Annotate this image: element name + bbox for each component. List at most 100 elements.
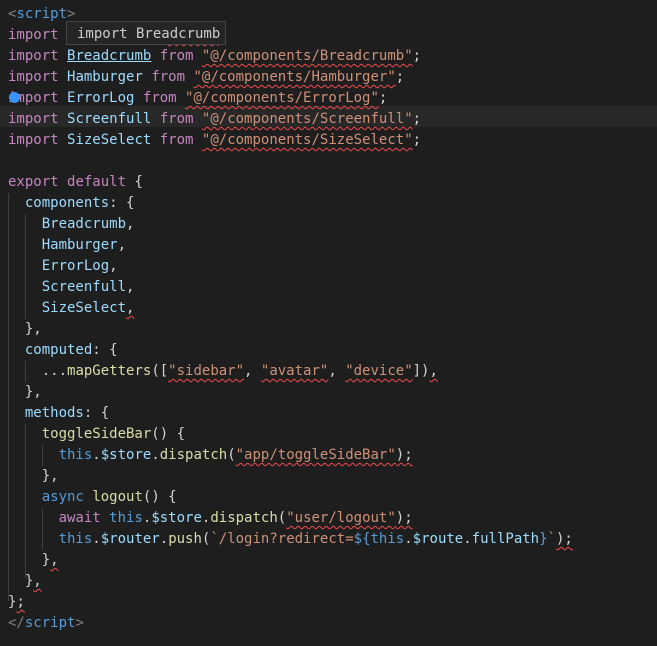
code-token: this (370, 531, 405, 547)
code-token: export (8, 174, 59, 190)
code-token: this (58, 531, 93, 547)
code-line[interactable]: components: { (8, 193, 135, 214)
code-line[interactable]: }, (8, 466, 59, 487)
code-line[interactable]: import ErrorLog from "@/components/Error… (8, 88, 387, 109)
code-token: ${ (353, 531, 371, 547)
code-token: default (67, 174, 127, 190)
code-line[interactable]: computed: { (8, 340, 118, 361)
code-line[interactable]: }, (8, 319, 42, 340)
code-line[interactable]: </script> (8, 613, 84, 634)
code-token: , (117, 237, 127, 253)
code-token: dispatch (210, 510, 278, 526)
code-line[interactable]: async logout() { (8, 487, 177, 508)
code-token: Hamburger (67, 69, 143, 85)
code-token: "app/toggleSideBar" (235, 447, 396, 463)
code-token: from (159, 48, 194, 64)
code-line[interactable]: }, (8, 571, 42, 592)
code-token: "@/components/Screenfull" (201, 111, 413, 127)
code-token: "avatar" (260, 363, 329, 379)
code-line[interactable]: import Hamburger from "@/components/Hamb… (8, 67, 404, 88)
code-token: }, (8, 384, 42, 400)
code-token: () { (151, 426, 186, 442)
code-line[interactable]: methods: { (8, 403, 109, 424)
code-line[interactable]: ...mapGetters(["sidebar", "avatar", "dev… (8, 361, 438, 382)
code-line[interactable]: Breadcrumb, (8, 214, 135, 235)
code-line[interactable]: toggleSideBar() { (8, 424, 185, 445)
code-token: } (8, 573, 34, 589)
code-token: . (92, 531, 101, 547)
code-token: , (328, 363, 346, 379)
code-line[interactable]: ErrorLog, (8, 256, 118, 277)
code-token: ErrorLog (67, 90, 135, 106)
code-token: : { (92, 342, 118, 358)
code-token: Breadcrumb (67, 48, 152, 64)
code-token: import (8, 132, 59, 148)
code-token: Screenfull (67, 111, 152, 127)
code-token: mapGetters (67, 363, 152, 379)
code-token: . (151, 447, 160, 463)
code-token: methods (24, 405, 84, 421)
code-line[interactable]: Hamburger, (8, 235, 126, 256)
code-token: ); (395, 510, 413, 526)
code-token: ; (378, 90, 388, 106)
code-line[interactable]: export default { (8, 172, 143, 193)
lightbulb-icon[interactable] (9, 92, 20, 103)
code-token: , (50, 552, 59, 568)
code-token: $store (151, 510, 202, 526)
code-token: , (429, 363, 438, 379)
code-token: this (109, 510, 143, 526)
code-token: `/login?redirect= (210, 531, 354, 547)
code-token: ); (555, 531, 573, 547)
code-token: $router (100, 531, 160, 547)
code-line[interactable]: import SizeSelect from "@/components/Siz… (8, 130, 421, 151)
code-token: SizeSelect (67, 132, 152, 148)
code-line[interactable]: }, (8, 550, 59, 571)
code-token: ([ (151, 363, 169, 379)
code-token: push (168, 531, 202, 547)
code-line[interactable]: import Breadcrumb from "@/components/Bre… (8, 46, 421, 67)
code-token: . (404, 531, 413, 547)
code-token: computed (24, 342, 93, 358)
hover-tooltip: import Breadcrumb (66, 21, 226, 45)
code-token: } (539, 531, 548, 547)
code-token: Hamburger (41, 237, 118, 253)
code-line[interactable]: await this.$store.dispatch("user/logout"… (8, 508, 413, 529)
code-line[interactable]: this.$store.dispatch("app/toggleSideBar"… (8, 445, 413, 466)
code-line[interactable]: }; (8, 592, 25, 613)
code-token: () { (142, 489, 177, 505)
code-token: ErrorLog (41, 258, 110, 274)
code-token: "@/components/Hamburger" (193, 69, 396, 85)
code-token: ; (16, 594, 25, 610)
code-line[interactable]: import Screenfull from "@/components/Scr… (8, 109, 421, 130)
code-token: ); (395, 447, 413, 463)
code-line[interactable]: Screenfull, (8, 277, 135, 298)
code-token: async (41, 489, 84, 505)
code-line[interactable]: SizeSelect, (8, 298, 135, 319)
code-line[interactable]: this.$router.push(`/login?redirect=${thi… (8, 529, 573, 550)
code-token: ; (412, 48, 422, 64)
code-token: logout (92, 489, 143, 505)
code-token: "@/components/Breadcrumb" (201, 48, 413, 64)
code-editor[interactable]: <script>import "vuex";import Breadcrumb … (0, 0, 657, 646)
code-token: "@/components/ErrorLog" (185, 90, 379, 106)
code-line[interactable]: }, (8, 382, 42, 403)
